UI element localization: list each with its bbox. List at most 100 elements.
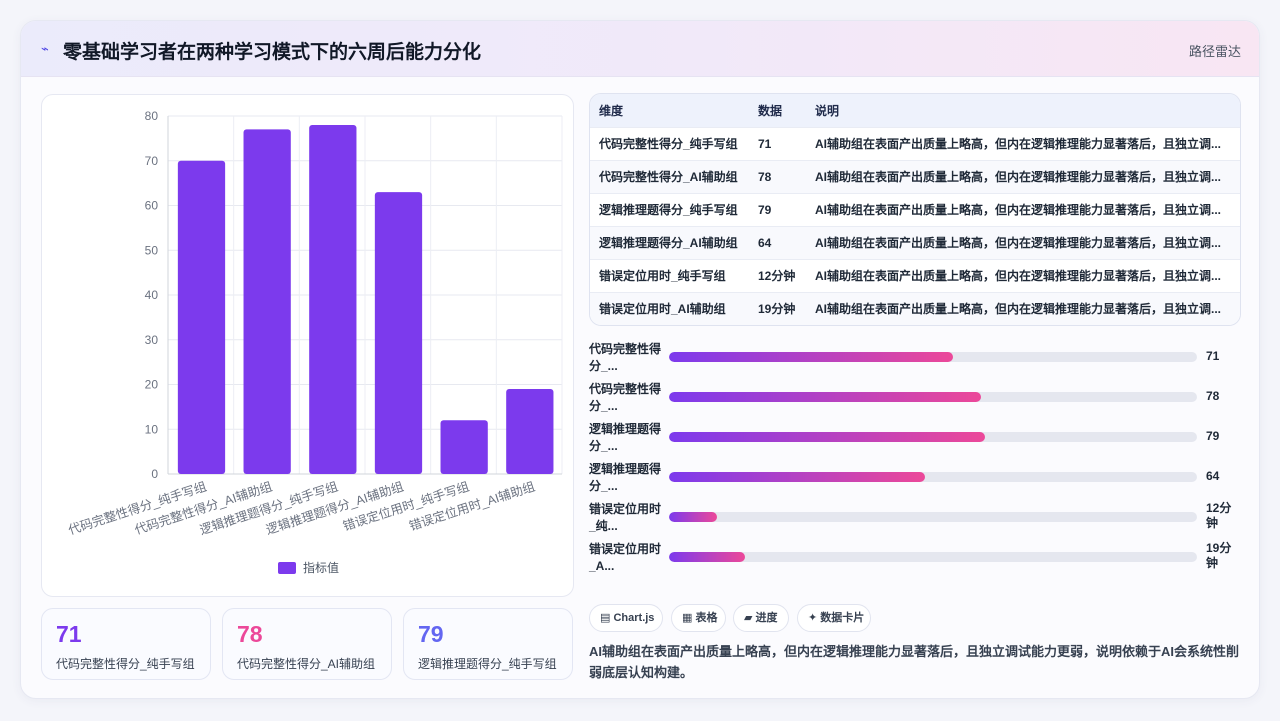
table-icon: ▦ [682, 612, 693, 624]
column-header: 说明 [806, 94, 1240, 127]
y-tick-label: 70 [145, 154, 159, 168]
progress-label: 代码完整性得分_... [589, 382, 662, 413]
y-tick-label: 30 [145, 333, 159, 347]
column-header: 数据 [749, 94, 806, 127]
progress-fill [669, 432, 985, 442]
table-cell: AI辅助组在表面产出质量上略高，但内在逻辑推理能力显著落后，且独立调... [806, 159, 1240, 193]
kpi-value: 78 [237, 621, 263, 647]
y-tick-label: 40 [145, 288, 159, 302]
progress-fill [669, 392, 981, 402]
kpi-value: 79 [418, 621, 444, 647]
table-cell: 71 [749, 126, 806, 160]
progress-track [669, 352, 1197, 362]
bar-chart: 01020304050607080代码完整性得分_纯手写组代码完整性得分_AI辅… [66, 109, 563, 575]
progress-item: 代码完整性得分_... 78 [589, 377, 1241, 417]
table-cell: 19分钟 [749, 291, 806, 325]
y-tick-label: 0 [151, 467, 158, 481]
bar [506, 388, 554, 474]
chip-label: 进度 [755, 612, 778, 624]
table-cell: AI辅助组在表面产出质量上略高，但内在逻辑推理能力显著落后，且独立调... [806, 258, 1240, 292]
progress-item: 代码完整性得分_... 71 [589, 337, 1241, 377]
page-title: 零基础学习者在两种学习模式下的六周后能力分化 [63, 42, 482, 63]
table-row: 代码完整性得分_纯手写组 71 AI辅助组在表面产出质量上略高，但内在逻辑推理能… [590, 126, 1240, 160]
table-cell: 逻辑推理题得分_纯手写组 [590, 192, 749, 226]
table-cell: AI辅助组在表面产出质量上略高，但内在逻辑推理能力显著落后，且独立调... [806, 126, 1240, 160]
spark-icon: ⌁ [41, 41, 49, 56]
header-tag[interactable]: 路径雷达 [1189, 41, 1241, 60]
kpi-value: 71 [56, 621, 82, 647]
progress-track [669, 512, 1197, 522]
progress-item: 错误定位用时_A... 19分钟 [589, 537, 1241, 577]
table-cell: 代码完整性得分_纯手写组 [590, 126, 749, 160]
header-bar: ⌁ 零基础学习者在两种学习模式下的六周后能力分化 路径雷达 [21, 21, 1259, 77]
sparkle-icon: ✦ [808, 612, 818, 624]
chip-label: 数据卡片 [820, 612, 865, 624]
progress-track [669, 432, 1197, 442]
table-cell: 12分钟 [749, 258, 806, 292]
chip-progress[interactable]: ▰ 进度 [733, 604, 789, 632]
bar [243, 129, 291, 475]
column-header: 维度 [590, 94, 749, 127]
chip-label: Chart.js [613, 612, 655, 624]
table-cell: 78 [749, 159, 806, 193]
kpi-card: 71 代码完整性得分_纯手写组 [41, 608, 211, 680]
y-tick-label: 80 [145, 109, 159, 123]
table-cell: 代码完整性得分_AI辅助组 [590, 159, 749, 193]
table-cell: 错误定位用时_AI辅助组 [590, 291, 749, 325]
progress-value: 64 [1206, 469, 1220, 483]
legend-swatch [278, 562, 296, 574]
progress-value: 12分钟 [1206, 501, 1232, 530]
y-tick-label: 50 [145, 243, 159, 257]
y-tick-label: 20 [145, 378, 159, 392]
table-row: 错误定位用时_纯手写组 12分钟 AI辅助组在表面产出质量上略高，但内在逻辑推理… [590, 258, 1240, 292]
dashboard-card: ⌁ 零基础学习者在两种学习模式下的六周后能力分化 路径雷达 0 10 20 30 40 5… [20, 20, 1260, 699]
table-row: 逻辑推理题得分_纯手写组 79 AI辅助组在表面产出质量上略高，但内在逻辑推理能… [590, 192, 1240, 226]
y-tick-label: 10 [145, 422, 159, 436]
progress-icon: ▰ [744, 612, 753, 624]
progress-fill [669, 552, 746, 562]
progress-track [669, 472, 1197, 482]
table-row: 错误定位用时_AI辅助组 19分钟 AI辅助组在表面产出质量上略高，但内在逻辑推… [590, 291, 1240, 325]
table-cell: 79 [749, 192, 806, 226]
bar [374, 192, 423, 474]
progress-label: 错误定位用时_A... [589, 542, 662, 573]
kpi-card: 79 逻辑推理题得分_纯手写组 [403, 608, 573, 680]
table-cell: 逻辑推理题得分_AI辅助组 [590, 225, 749, 259]
chip-table[interactable]: ▦ 表格 [671, 604, 726, 632]
progress-fill [669, 352, 953, 362]
chart-icon: ▤ [600, 612, 611, 624]
y-tick-label: 60 [145, 199, 159, 213]
table-cell: AI辅助组在表面产出质量上略高，但内在逻辑推理能力显著落后，且独立调... [806, 291, 1240, 325]
bar [440, 420, 488, 474]
progress-value: 71 [1206, 349, 1220, 363]
chip-chartjs[interactable]: ▤ Chart.js [589, 604, 663, 632]
legend-label: 指标值 [303, 560, 339, 575]
progress-label: 错误定位用时_纯... [589, 502, 662, 533]
progress-label: 逻辑推理题得分_... [589, 462, 662, 493]
kpi-label: 逻辑推理题得分_纯手写组 [418, 657, 557, 671]
chip-data-cards[interactable]: ✦ 数据卡片 [797, 604, 871, 632]
progress-fill [669, 512, 718, 522]
progress-track [669, 392, 1197, 402]
progress-item: 逻辑推理题得分_... 64 [589, 457, 1241, 497]
bar [309, 124, 357, 474]
bar-chart-panel: 0 10 20 30 40 50 60 70 80 代码完整性得分_纯手写组 代码完整性得分_AI辅… [41, 94, 574, 597]
summary-text: AI辅助组在表面产出质量上略高，但内在逻辑推理能力显著落后，且独立调试能力更弱，… [589, 644, 1240, 680]
table-cell: 64 [749, 225, 806, 259]
kpi-label: 代码完整性得分_AI辅助组 [237, 657, 376, 671]
kpi-label: 代码完整性得分_纯手写组 [56, 657, 195, 671]
table-row: 代码完整性得分_AI辅助组 78 AI辅助组在表面产出质量上略高，但内在逻辑推理… [590, 159, 1240, 193]
table-cell: 错误定位用时_纯手写组 [590, 258, 749, 292]
progress-value: 19分钟 [1206, 541, 1232, 570]
progress-fill [669, 472, 925, 482]
table-header-row: 维度 数据 说明 [590, 94, 1240, 127]
table-row: 逻辑推理题得分_AI辅助组 64 AI辅助组在表面产出质量上略高，但内在逻辑推理… [590, 225, 1240, 259]
data-table: 维度 数据 说明 代码完整性得分_纯手写组 71 AI辅助组在表面产出质量上略高… [589, 93, 1241, 326]
table-cell: AI辅助组在表面产出质量上略高，但内在逻辑推理能力显著落后，且独立调... [806, 192, 1240, 226]
bar [177, 160, 226, 474]
progress-item: 错误定位用时_纯... 12分钟 [589, 497, 1241, 537]
progress-value: 79 [1206, 429, 1220, 443]
chip-label: 表格 [695, 612, 718, 624]
kpi-card: 78 代码完整性得分_AI辅助组 [222, 608, 392, 680]
progress-value: 78 [1206, 389, 1220, 403]
